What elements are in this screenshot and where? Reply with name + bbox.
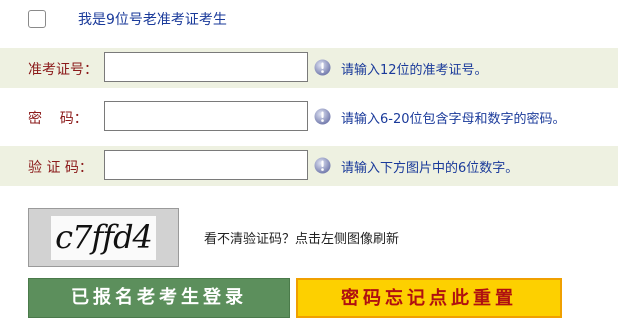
password-label: 密 码： — [28, 111, 88, 127]
captcha-image[interactable]: c7ffd4 — [28, 208, 179, 267]
captcha-hint: 请输入下方图片中的6位数字。 — [341, 161, 519, 176]
captcha-row: 验 证 码： 请输入下方图片中的6位数字。 — [0, 146, 618, 186]
exam-number-input[interactable] — [104, 52, 308, 82]
old-candidate-checkbox[interactable] — [28, 10, 46, 28]
exam-number-hint: 请输入12位的准考证号。 — [341, 63, 488, 78]
password-row: 密 码： 请输入6-20位包含字母和数字的密码。 — [0, 97, 618, 137]
captcha-refresh-text: 看不清验证码？点击左侧图像刷新 — [204, 232, 400, 247]
reset-password-button[interactable]: 密码忘记点此重置 — [296, 278, 562, 318]
password-input[interactable] — [104, 101, 308, 131]
old-candidate-label: 我是9位号老准考证考生 — [78, 12, 227, 28]
captcha-label: 验 证 码： — [28, 160, 93, 176]
captcha-image-panel: c7ffd4 — [51, 216, 156, 260]
login-button[interactable]: 已报名老考生登录 — [28, 278, 290, 318]
info-icon — [314, 108, 331, 125]
exam-number-label: 准考证号： — [28, 62, 98, 78]
captcha-image-text: c7ffd4 — [55, 218, 153, 256]
password-hint: 请输入6-20位包含字母和数字的密码。 — [341, 112, 566, 127]
info-icon — [314, 157, 331, 174]
exam-number-row: 准考证号： 请输入12位的准考证号。 — [0, 48, 618, 88]
captcha-input[interactable] — [104, 150, 308, 180]
info-icon — [314, 59, 331, 76]
